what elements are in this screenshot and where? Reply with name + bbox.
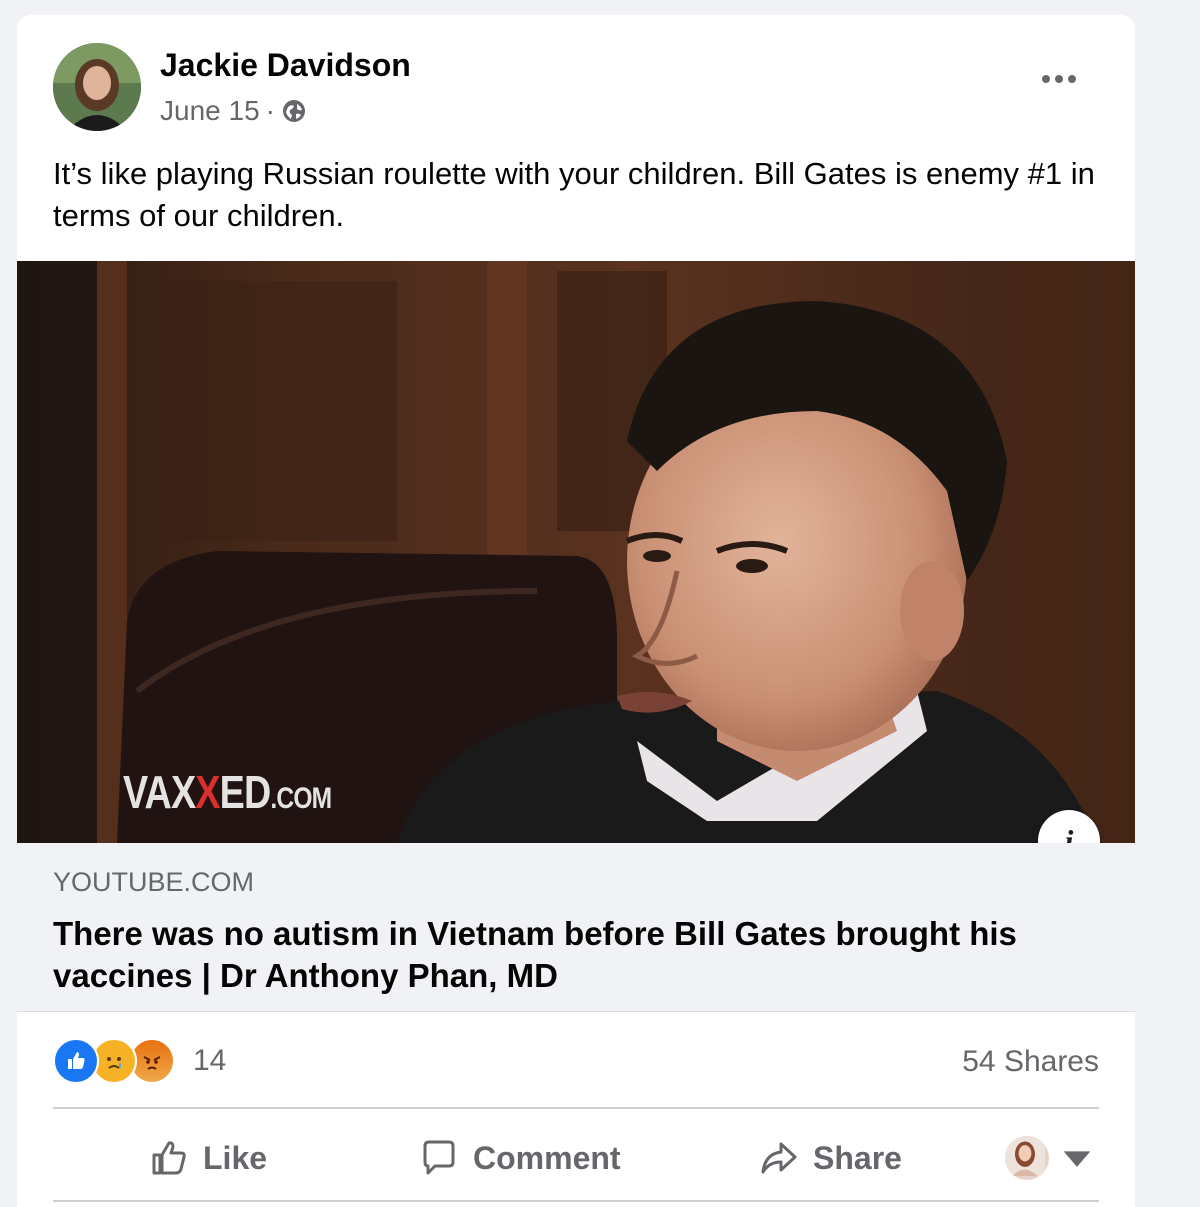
thumbs-up-icon xyxy=(152,1141,186,1175)
interview-still-image xyxy=(17,261,1135,843)
watermark-text-start: VAX xyxy=(123,766,196,818)
like-button[interactable]: Like xyxy=(149,1123,267,1193)
avatar-photo xyxy=(53,43,141,131)
share-button[interactable]: Share xyxy=(759,1123,902,1193)
link-title[interactable]: There was no autism in Vietnam before Bi… xyxy=(53,913,1073,997)
like-label: Like xyxy=(203,1139,268,1176)
comment-label: Comment xyxy=(473,1139,621,1176)
divider xyxy=(53,1200,1099,1202)
author-name[interactable]: Jackie Davidson xyxy=(160,47,411,84)
reaction-count[interactable]: 14 xyxy=(193,1044,226,1078)
user-avatar xyxy=(1005,1136,1049,1180)
chevron-down-icon xyxy=(1063,1151,1091,1167)
author-avatar[interactable] xyxy=(53,43,141,131)
share-arrow-icon xyxy=(761,1142,797,1174)
reaction-profile-selector[interactable] xyxy=(1005,1123,1097,1193)
link-preview[interactable]: YOUTUBE.COM There was no autism in Vietn… xyxy=(17,843,1135,1012)
action-bar: Like Comment Share xyxy=(53,1123,1099,1193)
comment-bubble-icon xyxy=(423,1140,455,1175)
watermark-suffix: .COM xyxy=(270,782,332,815)
reactions-summary[interactable]: 14 xyxy=(53,1037,226,1085)
share-label: Share xyxy=(813,1139,902,1176)
vaxxed-watermark: VAXXED.COM xyxy=(123,765,332,819)
meta-separator: · xyxy=(265,95,275,126)
more-options-icon[interactable] xyxy=(1037,67,1081,91)
like-icon xyxy=(53,1038,99,1084)
post-card: Jackie Davidson June 15 · It’s like play… xyxy=(17,15,1135,1207)
post-meta: June 15 · xyxy=(160,95,307,127)
divider xyxy=(53,1107,1099,1109)
post-text: It’s like playing Russian roulette with … xyxy=(53,156,1095,233)
comment-button[interactable]: Comment xyxy=(419,1123,621,1193)
shares-count[interactable]: 54 Shares xyxy=(962,1045,1099,1079)
video-thumbnail[interactable] xyxy=(17,261,1135,843)
globe-icon[interactable] xyxy=(281,98,307,124)
watermark-x: X xyxy=(195,766,220,818)
link-domain: YOUTUBE.COM xyxy=(53,867,255,897)
watermark-text-end: ED xyxy=(219,766,272,818)
post-date[interactable]: June 15 xyxy=(160,95,260,127)
